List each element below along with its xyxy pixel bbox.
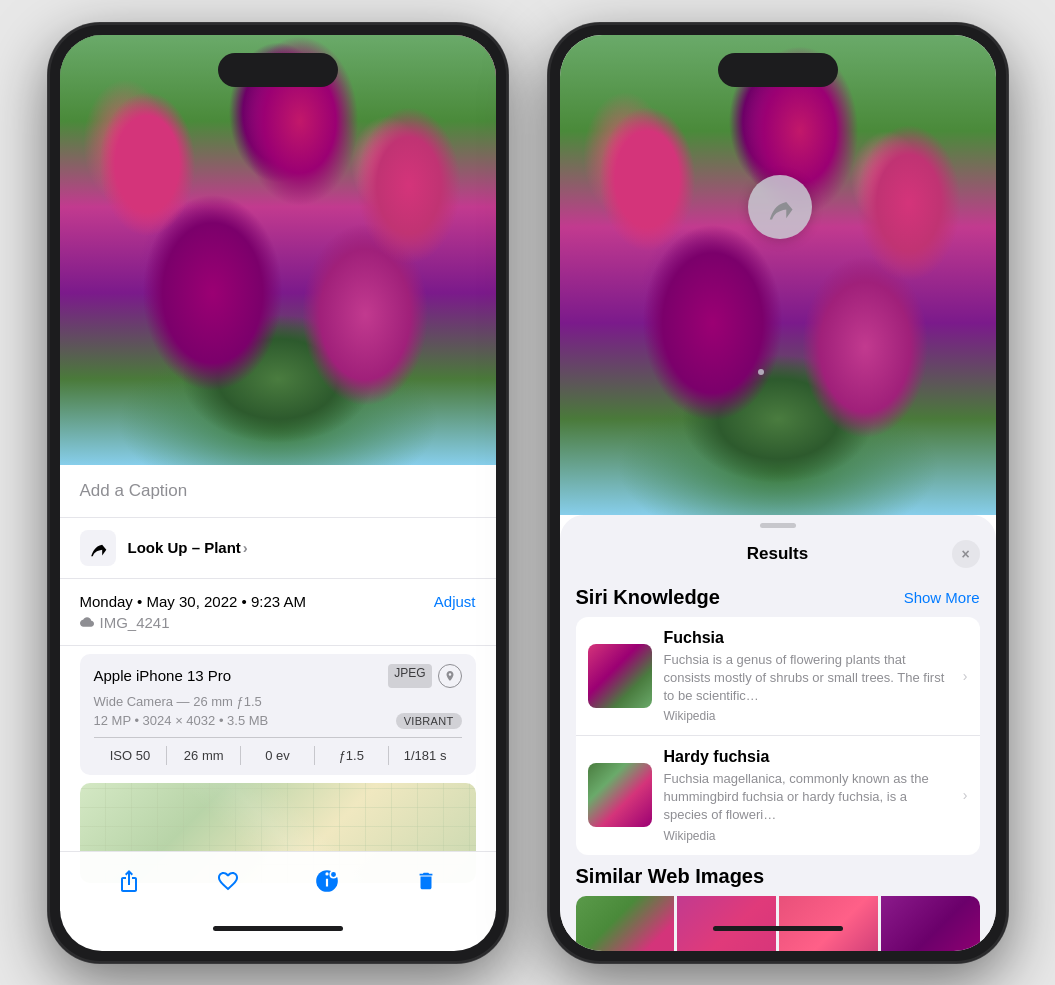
exif-ev: 0 ev <box>241 746 315 765</box>
share-icon <box>117 869 141 893</box>
hardy-fuchsia-description: Fuchsia magellanica, commonly known as t… <box>664 770 951 825</box>
right-flower-image <box>560 35 996 515</box>
adjust-button[interactable]: Adjust <box>434 593 476 610</box>
hardy-fuchsia-info: Hardy fuchsia Fuchsia magellanica, commo… <box>664 748 951 843</box>
trash-icon <box>415 869 437 893</box>
flower-image <box>60 35 496 465</box>
dynamic-island <box>218 53 338 87</box>
delete-button[interactable] <box>404 859 448 903</box>
web-image-3[interactable] <box>779 896 878 951</box>
web-image-2[interactable] <box>677 896 776 951</box>
web-image-4[interactable] <box>881 896 980 951</box>
similar-web-header: Similar Web Images <box>576 865 980 888</box>
web-images-grid <box>576 896 980 951</box>
home-indicator <box>213 926 343 931</box>
similar-web-title: Similar Web Images <box>576 865 765 888</box>
results-header: Results × <box>560 528 996 576</box>
knowledge-card: Fuchsia Fuchsia is a genus of flowering … <box>576 617 980 855</box>
date-text: Monday • May 30, 2022 • 9:23 AM <box>80 593 306 610</box>
hardy-fuchsia-thumbnail <box>588 763 652 827</box>
fuchsia-chevron: › <box>963 668 968 684</box>
siri-knowledge-header: Siri Knowledge Show More <box>576 586 980 609</box>
metadata-section: Monday • May 30, 2022 • 9:23 AM Adjust I… <box>60 579 496 646</box>
fuchsia-title: Fuchsia <box>664 629 951 647</box>
siri-visual-badge <box>748 175 812 239</box>
siri-dot <box>758 369 764 375</box>
right-home-indicator <box>713 926 843 931</box>
exif-row: ISO 50 26 mm 0 ev ƒ1.5 1/181 s <box>94 737 462 765</box>
resolution-text: 12 MP • 3024 × 4032 • 3.5 MB <box>94 713 269 728</box>
look-up-chevron: › <box>243 539 248 556</box>
device-name: Apple iPhone 13 Pro <box>94 667 232 684</box>
siri-knowledge-title: Siri Knowledge <box>576 586 720 609</box>
format-badge: JPEG <box>388 664 431 688</box>
phones-container: Add a Caption Look Up – Plant› Monday • … <box>28 3 1028 983</box>
look-up-label[interactable]: Look Up – Plant› <box>128 539 248 556</box>
svg-point-1 <box>330 871 337 878</box>
show-more-button[interactable]: Show More <box>904 589 980 606</box>
similar-web-images-section: Similar Web Images <box>576 865 980 951</box>
fuchsia-source: Wikipedia <box>664 709 951 723</box>
web-image-1[interactable] <box>576 896 675 951</box>
exif-iso: ISO 50 <box>94 746 168 765</box>
leaf-icon <box>88 538 108 558</box>
results-panel: Results × Siri Knowledge Show More <box>560 515 996 951</box>
location-icon <box>444 670 456 682</box>
vibrant-badge: VIBRANT <box>396 713 462 729</box>
look-up-subject: Plant <box>204 539 241 556</box>
exif-shutter: 1/181 s <box>389 746 462 765</box>
device-section: Apple iPhone 13 Pro JPEG Wide Camera — 2… <box>80 654 476 775</box>
right-phone: Results × Siri Knowledge Show More <box>548 23 1008 963</box>
look-up-icon <box>80 530 116 566</box>
filename-text: IMG_4241 <box>100 614 170 631</box>
hardy-fuchsia-source: Wikipedia <box>664 829 951 843</box>
caption-area[interactable]: Add a Caption <box>60 465 496 518</box>
cloud-icon <box>80 615 94 629</box>
like-button[interactable] <box>206 859 250 903</box>
fuchsia-info: Fuchsia Fuchsia is a genus of flowering … <box>664 629 951 724</box>
results-content: Siri Knowledge Show More Fuchsia Fuchsia… <box>560 586 996 951</box>
info-sparkle-icon <box>314 868 340 894</box>
caption-placeholder[interactable]: Add a Caption <box>80 481 188 500</box>
left-phone: Add a Caption Look Up – Plant› Monday • … <box>48 23 508 963</box>
heart-icon <box>216 869 240 893</box>
hardy-fuchsia-item[interactable]: Hardy fuchsia Fuchsia magellanica, commo… <box>576 736 980 855</box>
fuchsia-description: Fuchsia is a genus of flowering plants t… <box>664 651 951 706</box>
share-button[interactable] <box>107 859 151 903</box>
photo-display <box>60 35 496 465</box>
right-dynamic-island <box>718 53 838 87</box>
siri-leaf-icon <box>765 192 795 222</box>
results-title: Results <box>604 544 952 564</box>
left-phone-screen: Add a Caption Look Up – Plant› Monday • … <box>60 35 496 951</box>
close-button[interactable]: × <box>952 540 980 568</box>
info-button[interactable] <box>305 859 349 903</box>
exif-aperture: ƒ1.5 <box>315 746 389 765</box>
fuchsia-item[interactable]: Fuchsia Fuchsia is a genus of flowering … <box>576 617 980 737</box>
location-badge[interactable] <box>438 664 462 688</box>
look-up-section[interactable]: Look Up – Plant› <box>60 518 496 579</box>
camera-row: Wide Camera — 26 mm ƒ1.5 <box>94 694 462 709</box>
toolbar <box>60 851 496 911</box>
right-phone-screen: Results × Siri Knowledge Show More <box>560 35 996 951</box>
exif-focal: 26 mm <box>167 746 241 765</box>
right-photo-display <box>560 35 996 515</box>
hardy-fuchsia-chevron: › <box>963 787 968 803</box>
hardy-fuchsia-title: Hardy fuchsia <box>664 748 951 766</box>
fuchsia-thumbnail <box>588 644 652 708</box>
look-up-prefix: Look Up – <box>128 539 205 556</box>
